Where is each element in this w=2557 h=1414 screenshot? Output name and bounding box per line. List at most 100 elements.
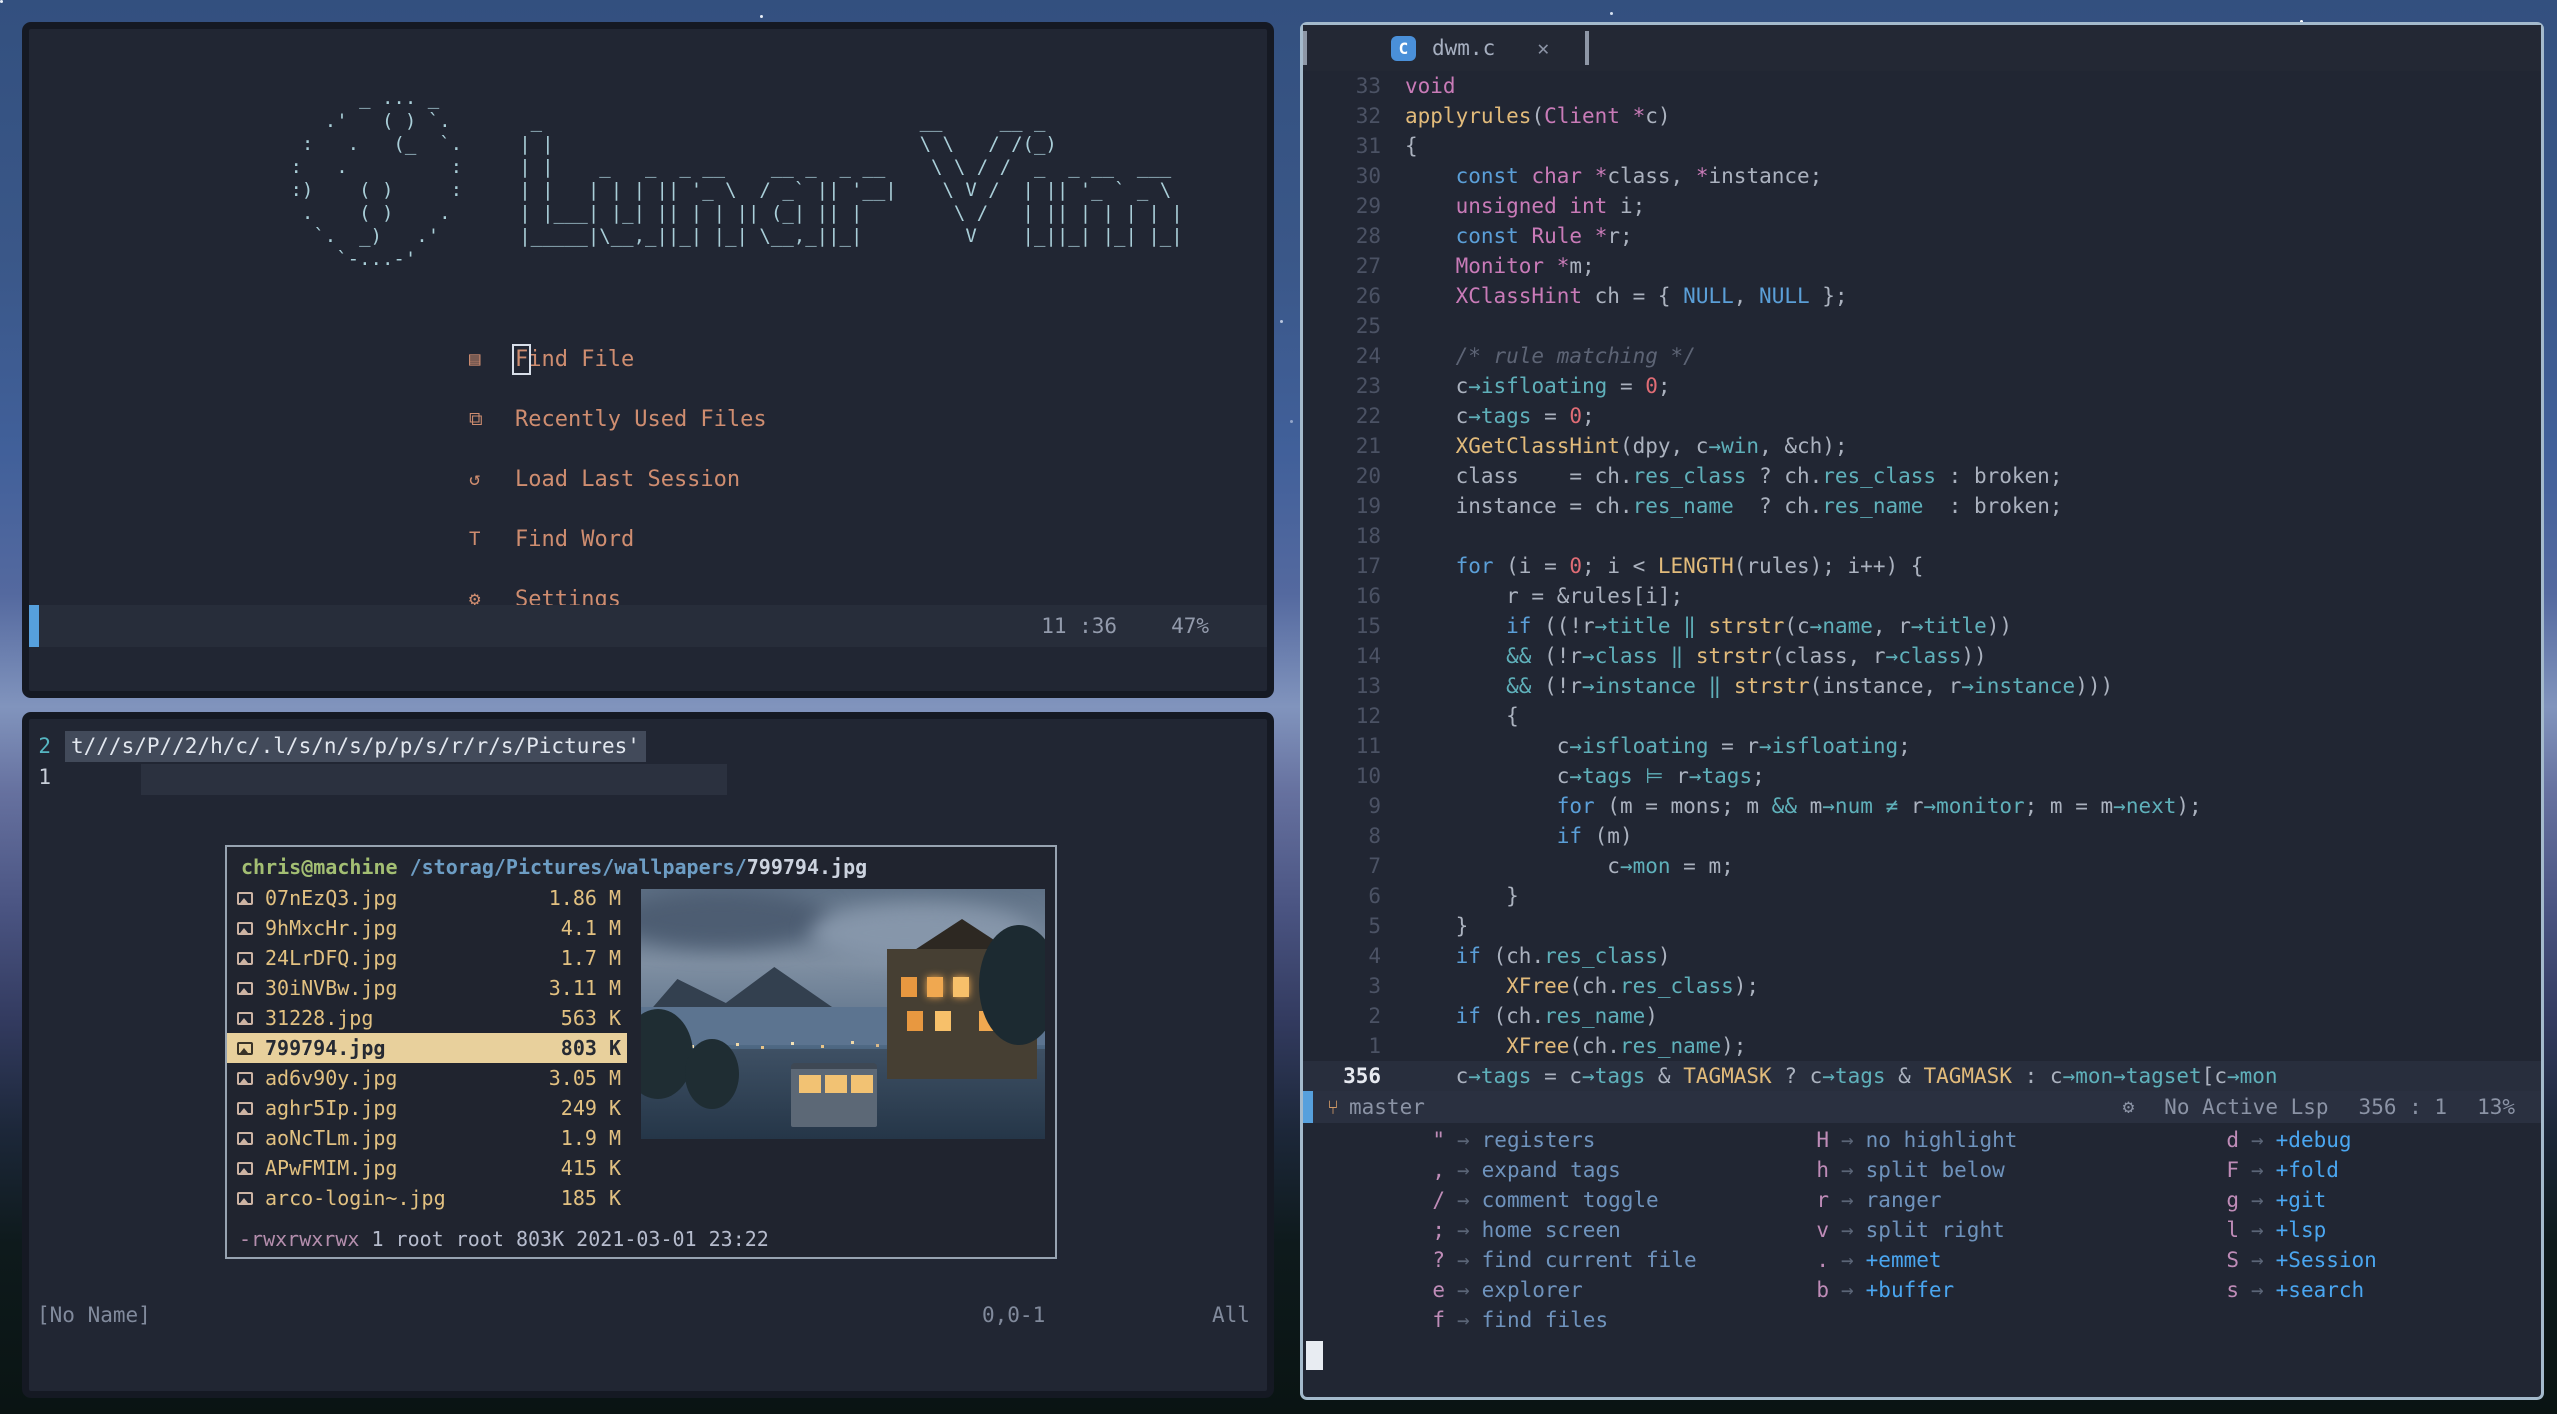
file-size: 1.9 M	[560, 1126, 621, 1150]
line-number: 17	[1355, 554, 1381, 578]
code-line[interactable]: 15 if ((!r→title ‖ strstr(c→name, r→titl…	[1303, 611, 2541, 641]
file-row[interactable]: 07nEzQ3.jpg 1.86 M	[227, 883, 627, 913]
lsp-gear-icon: ⚙	[2122, 1096, 2135, 1118]
whichkey-binding: " → registers	[1431, 1125, 1697, 1155]
whichkey-key: ,	[1432, 1158, 1445, 1182]
whichkey-column: " → registers, → expand tags / → comment toggle…	[1431, 1125, 1697, 1335]
tab-dwm-c[interactable]: C dwm.c ✕	[1307, 25, 1585, 71]
code-line[interactable]: 4 if (ch.res_class)	[1303, 941, 2541, 971]
image-file-icon	[237, 1071, 253, 1085]
whichkey-key: b	[1816, 1278, 1829, 1302]
file-name: 30iNVBw.jpg	[265, 976, 398, 1000]
whichkey-description: +Session	[2275, 1248, 2377, 1272]
code-line[interactable]: 5 }	[1303, 911, 2541, 941]
code-line[interactable]: 19 instance = ch.res_name ? ch.res_name …	[1303, 491, 2541, 521]
preview-cloud	[641, 889, 831, 949]
image-file-icon	[237, 1191, 253, 1205]
code-line[interactable]: 9 for (m = mons; m && m→num ≠ r→monitor;…	[1303, 791, 2541, 821]
dashboard-menu: ▤ Find File ⧉ Recently Used Files ↺ Load Last…	[469, 329, 767, 629]
line-number: 29	[1355, 194, 1381, 218]
file-row[interactable]: aghr5Ip.jpg 249 K	[227, 1093, 627, 1123]
ranger-current-file: 799794.jpg	[746, 855, 868, 879]
code-line[interactable]: 25	[1303, 311, 2541, 341]
code-line[interactable]: 33 void	[1303, 71, 2541, 101]
line-number: 25	[1355, 314, 1381, 338]
code-line[interactable]: 23 c→isfloating = 0;	[1303, 371, 2541, 401]
code-line[interactable]: 3 XFree(ch.res_class);	[1303, 971, 2541, 1001]
session-icon: ↺	[469, 468, 481, 490]
line-number: 3	[1368, 974, 1381, 998]
buffer-line-2[interactable]: 2 t///s/P//2/h/c/.l/s/n/s/p/p/s/r/r/s/Pi…	[29, 731, 1267, 762]
code-line[interactable]: 10 c→tags ⊨ r→tags;	[1303, 761, 2541, 791]
code-line[interactable]: 11 c→isfloating = r→isfloating;	[1303, 731, 2541, 761]
menu-item-find-file[interactable]: ▤ Find File	[469, 329, 767, 389]
code-line[interactable]: 14 && (!r→class ‖ strstr(class, r→class)…	[1303, 641, 2541, 671]
line-number: 12	[1355, 704, 1381, 728]
code-line[interactable]: 22 c→tags = 0;	[1303, 401, 2541, 431]
arrow-icon: →	[2251, 1278, 2264, 1302]
whichkey-binding: F → +fold	[2225, 1155, 2377, 1185]
code-line[interactable]: 2 if (ch.res_name)	[1303, 1001, 2541, 1031]
scratch-window[interactable]: 2 t///s/P//2/h/c/.l/s/n/s/p/p/s/r/r/s/Pi…	[22, 712, 1274, 1398]
file-row[interactable]: arco-login~.jpg 185 K	[227, 1183, 627, 1213]
code-text: for (i = 0; i < LENGTH(rules); i++) {	[1455, 554, 1924, 578]
code-text: XGetClassHint(dpy, c→win, &ch);	[1455, 434, 1848, 458]
code-text: c→tags ⊨ r→tags;	[1405, 764, 1765, 788]
whichkey-key: f	[1432, 1308, 1445, 1332]
code-line[interactable]: 29 unsigned int i;	[1303, 191, 2541, 221]
file-row[interactable]: 31228.jpg 563 K	[227, 1003, 627, 1033]
editor-window[interactable]: C dwm.c ✕ 33 void 32 applyrules(Client *c) 3…	[1300, 22, 2544, 1400]
code-line[interactable]: 6 }	[1303, 881, 2541, 911]
code-line[interactable]: 24 /* rule matching */	[1303, 341, 2541, 371]
line-number: 356	[1343, 1064, 1381, 1088]
whichkey-description: ranger	[1865, 1188, 1942, 1212]
whichkey-binding: r → ranger	[1815, 1185, 2017, 1215]
code-line[interactable]: 13 && (!r→instance ‖ strstr(instance, r→…	[1303, 671, 2541, 701]
code-line[interactable]: 18	[1303, 521, 2541, 551]
file-row[interactable]: APwFMIM.jpg 415 K	[227, 1153, 627, 1183]
code-line[interactable]: 16 r = &rules[i];	[1303, 581, 2541, 611]
line-number: 2	[38, 734, 51, 758]
code-text: XFree(ch.res_name);	[1506, 1034, 1747, 1058]
code-buffer[interactable]: 33 void 32 applyrules(Client *c) 31{30 const…	[1303, 71, 2541, 1091]
arrow-icon: →	[1841, 1188, 1854, 1212]
code-line[interactable]: 27 Monitor *m;	[1303, 251, 2541, 281]
code-line[interactable]: 32 applyrules(Client *c)	[1303, 101, 2541, 131]
code-line-current[interactable]: 356 c→tags = c→tags & TAGMASK ? c→tags &…	[1303, 1061, 2541, 1091]
code-line[interactable]: 17 for (i = 0; i < LENGTH(rules); i++) {	[1303, 551, 2541, 581]
code-line[interactable]: 30 const char *class, *instance;	[1303, 161, 2541, 191]
menu-item-load-last-session[interactable]: ↺ Load Last Session	[469, 449, 767, 509]
file-row[interactable]: 30iNVBw.jpg 3.11 M	[227, 973, 627, 1003]
whichkey-column: H → no highlight h → split below r → ranger v → spl…	[1815, 1125, 2017, 1305]
whichkey-description: home screen	[1481, 1218, 1621, 1242]
code-line[interactable]: 1 XFree(ch.res_name);	[1303, 1031, 2541, 1061]
line-number: 32	[1355, 104, 1381, 128]
tab-close-icon[interactable]: ✕	[1537, 36, 1549, 60]
menu-item-recently-used-files[interactable]: ⧉ Recently Used Files	[469, 389, 767, 449]
code-line[interactable]: 20 class = ch.res_class ? ch.res_class :…	[1303, 461, 2541, 491]
code-line[interactable]: 21 XGetClassHint(dpy, c→win, &ch);	[1303, 431, 2541, 461]
whichkey-key: s	[2226, 1278, 2239, 1302]
code-line[interactable]: 8 if (m)	[1303, 821, 2541, 851]
ranger-file-browser[interactable]: chris@machine /storag/Pictures/wallpaper…	[225, 845, 1057, 1259]
file-row[interactable]: 9hMxcHr.jpg 4.1 M	[227, 913, 627, 943]
file-name: 31228.jpg	[265, 1006, 374, 1030]
line-number: 23	[1355, 374, 1381, 398]
file-row[interactable]: 799794.jpg 803 K	[227, 1033, 627, 1063]
menu-item-find-word[interactable]: T Find Word	[469, 509, 767, 569]
code-line[interactable]: 12 {	[1303, 701, 2541, 731]
arrow-icon: →	[1457, 1128, 1470, 1152]
file-row[interactable]: ad6v90y.jpg 3.05 M	[227, 1063, 627, 1093]
code-line[interactable]: 31 {	[1303, 131, 2541, 161]
code-line[interactable]: 7 c→mon = m;	[1303, 851, 2541, 881]
file-row[interactable]: 24LrDFQ.jpg 1.7 M	[227, 943, 627, 973]
whichkey-description: no highlight	[1865, 1128, 2018, 1152]
code-line[interactable]: 26 XClassHint ch = { NULL, NULL };	[1303, 281, 2541, 311]
code-text: if (ch.res_class)	[1455, 944, 1671, 968]
whichkey-binding: d → +debug	[2225, 1125, 2377, 1155]
statusline-time: 11 :36	[1041, 614, 1118, 638]
code-line[interactable]: 28 const Rule *r;	[1303, 221, 2541, 251]
dashboard-window[interactable]: _ ... _ .' ( ) `. _ __ __ _ : . (_ `. | …	[22, 22, 1274, 698]
statusline-progress: 47%	[1171, 614, 1209, 638]
file-row[interactable]: aoNcTLm.jpg 1.9 M	[227, 1123, 627, 1153]
